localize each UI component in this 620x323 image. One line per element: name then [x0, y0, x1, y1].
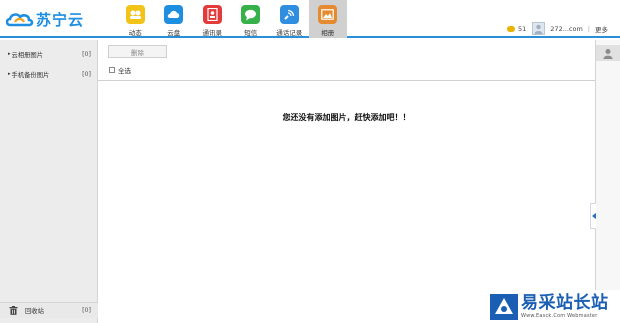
sidebar-item-label: 云相册图片: [11, 51, 43, 59]
album-icon: [318, 5, 338, 24]
divider: |: [587, 24, 590, 33]
site-watermark: 易采站长站 Www.Easck.Com Webmaster: [487, 290, 620, 323]
coin-icon: [507, 25, 516, 32]
watermark-subtitle: Www.Easck.Com Webmaster: [521, 313, 598, 319]
watermark-title: 易采站长站: [521, 293, 609, 313]
call-log-icon: [279, 5, 299, 24]
user-bar: 51 272...com | 更多: [507, 22, 608, 35]
contacts-icon: [202, 5, 222, 24]
nav-label: 云盘: [167, 29, 181, 37]
nav-label: 短信: [244, 29, 258, 37]
collapse-panel-button[interactable]: [590, 203, 596, 229]
nav-album[interactable]: 相册: [308, 0, 347, 38]
sidebar-item-recycle-bin[interactable]: 回收站 [0]: [0, 302, 98, 318]
recycle-count: [0]: [82, 307, 91, 314]
nav-call-log[interactable]: 通话记录: [270, 0, 309, 38]
right-panel: [590, 40, 620, 323]
select-all-checkbox[interactable]: 全选: [109, 65, 131, 75]
album-toolbar: 删除 全选: [98, 40, 595, 81]
sidebar-item-phone-backup[interactable]: ▸ 手机备份图片 [0]: [0, 67, 98, 81]
nav-label: 动态: [128, 29, 142, 37]
contact-avatar-icon[interactable]: [596, 45, 620, 61]
nav-activity[interactable]: 动态: [116, 0, 155, 38]
nav-sms[interactable]: 短信: [232, 0, 271, 38]
more-link[interactable]: 更多: [595, 24, 608, 34]
activity-icon: [125, 5, 145, 24]
nav-label: 通讯录: [202, 29, 223, 37]
expand-arrow-icon: ▸: [8, 51, 11, 57]
user-avatar-icon[interactable]: [532, 22, 546, 35]
cloud-logo-icon: [6, 12, 34, 26]
coin-count: 51: [518, 24, 527, 33]
left-sidebar: ▸ 云相册图片 [0] ▸ 手机备份图片 [0] 回收站 [0]: [0, 40, 98, 323]
expand-arrow-icon: ▸: [8, 71, 11, 77]
cloud-icon: [164, 5, 184, 24]
chevron-left-icon: [591, 213, 596, 219]
sidebar-item-cloud-album[interactable]: ▸ 云相册图片 [0]: [0, 47, 98, 61]
sidebar-item-count: [0]: [82, 50, 91, 58]
sidebar-item-label: 手机备份图片: [11, 71, 50, 79]
account-name[interactable]: 272...com: [550, 25, 583, 33]
watermark-logo-icon: [490, 293, 518, 320]
select-all-label: 全选: [118, 67, 131, 75]
checkbox-icon[interactable]: [109, 67, 115, 73]
main-nav: 动态 云盘 通讯录 短信 通话记录 相册: [116, 0, 347, 38]
message-icon: [241, 5, 261, 24]
suning-cloud-logo[interactable]: 苏宁云: [6, 9, 84, 30]
nav-contacts[interactable]: 通讯录: [193, 0, 232, 38]
delete-button[interactable]: 删除: [108, 45, 167, 58]
empty-state-message: 您还没有添加图片，赶快添加吧！！: [282, 113, 411, 122]
recycle-label: 回收站: [25, 308, 44, 315]
sidebar-item-count: [0]: [82, 70, 91, 78]
nav-label: 相册: [321, 29, 335, 37]
top-header: 苏宁云 动态 云盘 通讯录 短信 通话记录 相册 51 272...com | …: [0, 0, 620, 38]
nav-cloud-disk[interactable]: 云盘: [155, 0, 194, 38]
nav-label: 通话记录: [276, 29, 303, 37]
brand-name: 苏宁云: [36, 11, 85, 29]
trash-icon: [9, 306, 18, 315]
